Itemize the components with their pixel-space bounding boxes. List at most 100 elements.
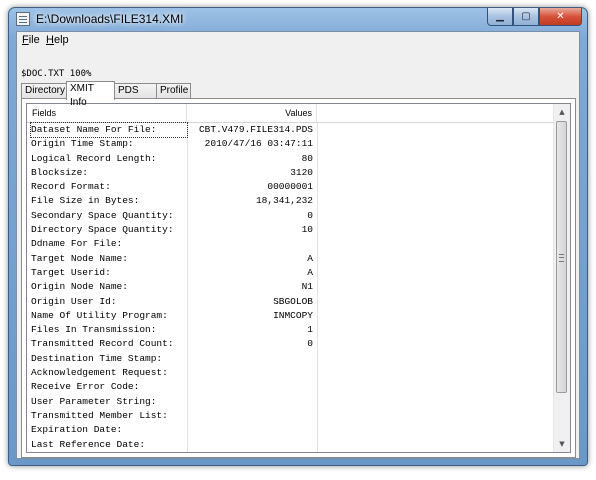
app-window: E:\Downloads\FILE314.XMI ▁ ▢ ✕ File Help… — [8, 7, 588, 466]
xmit-info-panel: Fields Values Dataset Name For File: CBT.… — [21, 98, 576, 458]
field-value-cell: 2010/47/16 03:47:11 — [204, 138, 313, 150]
table-row[interactable]: Directory Space Quantity: 10 — [27, 223, 553, 237]
table-row[interactable]: Target Node Name: A — [27, 252, 553, 266]
field-name-cell: Origin Time Stamp: — [31, 138, 134, 150]
menu-label-rest: ile — [28, 34, 40, 46]
field-name-cell: Transmitted Member List: — [31, 409, 168, 421]
scroll-down-arrow-icon[interactable]: ▼ — [554, 436, 570, 452]
table-row[interactable]: Secondary Space Quantity: 0 — [27, 209, 553, 223]
field-name-cell: Files In Transmission: — [31, 324, 157, 336]
field-value-cell — [187, 366, 313, 380]
field-name-cell: Transmitted Record Count: — [31, 338, 174, 350]
field-value-cell — [187, 438, 313, 452]
tab-xmit-info[interactable]: XMIT Info — [66, 81, 115, 108]
field-value-cell: 80 — [301, 152, 313, 164]
table-row[interactable]: File Size in Bytes: 18,341,232 — [27, 194, 553, 208]
field-value-cell — [187, 352, 313, 366]
access-key: F — [22, 34, 29, 46]
table-row[interactable]: Blocksize: 3120 — [27, 166, 553, 180]
table-row[interactable]: Name Of Utility Program: INMCOPY — [27, 309, 553, 323]
app-document-icon[interactable] — [16, 12, 30, 26]
window-title: E:\Downloads\FILE314.XMI — [36, 12, 184, 26]
client-area: File Help $DOC.TXT 100% Directory XMIT I… — [16, 31, 580, 459]
field-name-cell: Target Userid: — [31, 266, 111, 278]
field-name-cell: Last Reference Date: — [31, 438, 146, 450]
field-name-cell: Origin User Id: — [31, 295, 117, 307]
table-row[interactable]: Acknowledgement Request: — [27, 366, 553, 380]
table-row[interactable]: Origin Node Name: N1 — [27, 280, 553, 294]
field-value-cell — [187, 409, 313, 423]
field-name-cell: Dataset Name For File: — [30, 121, 188, 139]
minimize-button[interactable]: ▁ — [487, 8, 513, 26]
table-row[interactable]: Logical Record Length: 80 — [27, 152, 553, 166]
menu-label-rest: elp — [53, 34, 69, 46]
tab-profile[interactable]: Profile — [156, 83, 191, 99]
list-header: Fields Values — [27, 104, 553, 123]
maximize-icon: ▢ — [521, 11, 531, 22]
table-row[interactable]: Files In Transmission: 1 — [27, 323, 553, 337]
table-row[interactable]: Origin User Id: SBGOLOB — [27, 295, 553, 309]
field-value-cell: CBT.V479.FILE314.PDS — [198, 124, 313, 135]
grip-icon — [559, 254, 564, 262]
table-row[interactable]: Last Reference Date: — [27, 438, 553, 452]
field-name-cell: Target Node Name: — [31, 252, 128, 264]
field-name-cell: Receive Error Code: — [31, 381, 140, 393]
menu-file[interactable]: File — [22, 34, 40, 46]
field-value-cell — [187, 423, 313, 437]
field-value-cell: 00000001 — [267, 181, 313, 193]
column-header-fields[interactable]: Fields — [27, 104, 187, 122]
scroll-up-arrow-icon[interactable]: ▲ — [554, 104, 570, 120]
field-value-cell: 3120 — [290, 166, 313, 178]
field-value-cell: 1 — [307, 324, 313, 336]
table-row[interactable]: Record Format: 00000001 — [27, 180, 553, 194]
menu-help[interactable]: Help — [46, 34, 69, 46]
xmit-info-list[interactable]: Fields Values Dataset Name For File: CBT.… — [26, 103, 571, 453]
caption-buttons: ▁ ▢ ✕ — [487, 8, 582, 27]
field-name-cell: Record Format: — [31, 181, 111, 193]
field-value-cell: INMCOPY — [273, 309, 313, 321]
field-value-cell — [187, 237, 313, 251]
list-body: Dataset Name For File: CBT.V479.FILE314.P… — [27, 121, 553, 452]
field-name-cell: Ddname For File: — [31, 238, 123, 250]
field-name-cell: Secondary Space Quantity: — [31, 209, 174, 221]
scrollbar-thumb[interactable] — [556, 121, 567, 393]
tab-directory[interactable]: Directory — [21, 83, 67, 99]
field-value-cell: N1 — [301, 281, 313, 293]
status-text: $DOC.TXT 100% — [21, 69, 92, 79]
table-row[interactable]: User Parameter String: — [27, 395, 553, 409]
field-value-cell: 10 — [301, 224, 313, 236]
table-row[interactable]: Receive Error Code: — [27, 380, 553, 394]
vertical-scrollbar[interactable]: ▲ ▼ — [553, 104, 570, 452]
field-name-cell: Name Of Utility Program: — [31, 309, 168, 321]
table-row[interactable]: Ddname For File: — [27, 237, 553, 251]
maximize-button[interactable]: ▢ — [513, 8, 539, 26]
field-value-cell — [187, 395, 313, 409]
column-header-values[interactable]: Values — [187, 104, 317, 122]
field-name-cell: User Parameter String: — [31, 395, 157, 407]
field-value-cell: 0 — [307, 209, 313, 221]
field-name-cell: Directory Space Quantity: — [31, 224, 174, 236]
close-icon: ✕ — [556, 11, 565, 22]
table-row[interactable]: Expiration Date: — [27, 423, 553, 437]
tab-pds-info[interactable]: PDS Info — [114, 83, 157, 110]
access-key: H — [46, 34, 54, 46]
field-name-cell: File Size in Bytes: — [31, 195, 140, 207]
field-value-cell: A — [307, 252, 313, 264]
menu-bar: File Help — [17, 32, 579, 50]
table-row[interactable]: Transmitted Record Count: 0 — [27, 337, 553, 351]
close-button[interactable]: ✕ — [539, 8, 582, 26]
field-name-cell: Origin Node Name: — [31, 281, 128, 293]
field-value-cell — [187, 380, 313, 394]
minimize-icon: ▁ — [496, 11, 504, 22]
field-value-cell: 0 — [307, 338, 313, 350]
field-value-cell: 18,341,232 — [255, 195, 313, 207]
title-bar[interactable]: E:\Downloads\FILE314.XMI ▁ ▢ ✕ — [9, 8, 587, 31]
field-name-cell: Destination Time Stamp: — [31, 352, 163, 364]
field-name-cell: Acknowledgement Request: — [31, 367, 168, 379]
field-value-cell: SBGOLOB — [273, 295, 313, 307]
table-row[interactable]: Target Userid: A — [27, 266, 553, 280]
table-row[interactable]: Transmitted Member List: — [27, 409, 553, 423]
table-row[interactable]: Origin Time Stamp: 2010/47/16 03:47:11 — [27, 137, 553, 151]
table-row[interactable]: Destination Time Stamp: — [27, 352, 553, 366]
table-row[interactable]: Dataset Name For File: CBT.V479.FILE314.P… — [27, 121, 553, 139]
